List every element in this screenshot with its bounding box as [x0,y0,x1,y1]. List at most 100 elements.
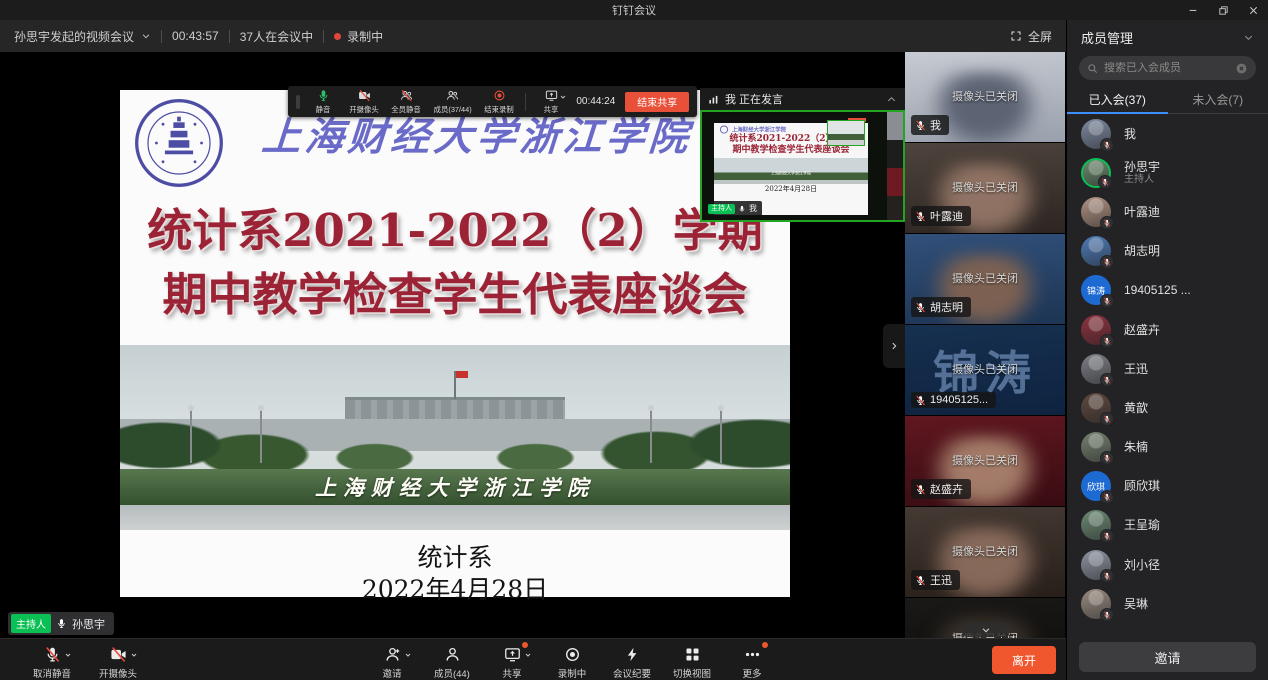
recording-button[interactable]: 录制中 [544,643,600,680]
open-camera-button[interactable]: 开摄像头 [90,643,146,680]
clear-search-icon[interactable] [1235,62,1248,75]
people-muted-icon [400,89,413,102]
meeting-timer: 00:43:57 [172,29,219,43]
mic-muted-icon [915,484,926,495]
tile-name: 叶露迪 [930,208,963,224]
members-button[interactable]: 成员(44) [424,643,480,680]
members-panel-title: 成员管理 [1081,28,1133,47]
member-row[interactable]: 孙思宇主持人 [1067,153,1268,192]
restore-button[interactable] [1208,0,1238,20]
self-preview-window[interactable]: 我 正在发言 上海财经大学浙江学院 统计系2021-2022（2）学期 期中教学… [700,88,905,222]
invite-button[interactable]: 邀请 [364,643,420,680]
invite-button[interactable]: 邀请 [1079,642,1256,672]
minimize-button[interactable] [1178,0,1208,20]
button-label: 更多 [743,665,762,679]
tile-name: 19405125... [930,394,988,406]
slide-department: 统计系 [120,538,790,574]
button-label: 切换视图 [673,665,711,679]
stop-share-button[interactable]: 结束共享 [625,92,689,112]
video-tile[interactable]: 摄像头已关闭赵盛卉 [905,416,1065,507]
campus-photo: 上海财经大学浙江学院 [120,345,790,530]
member-row[interactable]: 赵盛卉 [1067,310,1268,349]
video-tile[interactable]: 摄像头已关闭我 [905,52,1065,143]
tile-name-label: 19405125... [911,392,996,408]
member-row[interactable]: 刘小径 [1067,545,1268,584]
member-row[interactable]: 欣琪顾欣琪 [1067,467,1268,506]
avatar [1081,510,1111,540]
mic-muted-icon [915,120,926,131]
member-row[interactable]: 胡志明 [1067,232,1268,271]
video-tile[interactable]: 摄像头已关闭王迅 [905,507,1065,598]
preview-tile-fragments [887,112,903,220]
muted-mic-icon [1100,334,1114,348]
video-tile[interactable]: 锦涛摄像头已关闭19405125... [905,325,1065,416]
mic-muted-icon [44,646,61,663]
member-info: 我 [1124,127,1136,141]
leave-button[interactable]: 离开 [992,646,1056,674]
mini-host-pill: 主持人 我 [706,201,762,216]
member-info: 19405125 ... [1124,283,1191,297]
button-label: 录制中 [558,665,587,679]
mini-title-line2: 期中教学检查学生代表座谈会 [714,145,868,156]
recording-indicator: 录制中 [334,28,383,45]
tile-name: 王迅 [930,572,952,588]
member-name: 我 [1124,127,1136,141]
mini-photo: 上海财经大学浙江学院 [714,158,868,184]
cancel-mute-button[interactable]: 取消静音 [24,643,80,680]
member-row[interactable]: 王呈瑜 [1067,506,1268,545]
mute-all-button[interactable]: 全员静音 [390,89,422,115]
avatar [1081,236,1111,266]
minutes-button[interactable]: 会议纪要 [604,643,660,680]
member-row[interactable]: 叶露迪 [1067,192,1268,231]
drag-handle[interactable] [296,95,300,109]
tab-not-joined[interactable]: 未入会(7) [1168,86,1268,113]
member-row[interactable]: 王迅 [1067,349,1268,388]
button-label: 静音 [316,104,331,114]
presentation-slide: 上海财经大学浙江学院 统计系2021-2022（2）学期 期中教学检查学生代表座… [120,90,790,597]
divider [161,30,162,43]
caret-down-icon [524,651,532,659]
member-info: 吴琳 [1124,597,1148,611]
more-button[interactable]: 更多 [724,643,780,680]
mic-on-icon [317,89,330,102]
scroll-down-button[interactable] [963,622,1009,637]
member-row[interactable]: 吴琳 [1067,584,1268,623]
open-camera-button[interactable]: 开摄像头 [348,89,380,115]
close-button[interactable] [1238,0,1268,20]
tile-name: 胡志明 [930,299,963,315]
stop-record-button[interactable]: 结束录制 [483,89,515,115]
share-button[interactable]: 共享 [536,89,566,115]
meeting-title-dropdown[interactable]: 孙思宇发起的视频会议 [14,28,151,45]
chevron-up-icon[interactable] [886,94,897,105]
preview-header: 我 正在发言 [700,88,905,110]
collapse-video-strip-button[interactable] [883,324,905,368]
fullscreen-button[interactable]: 全屏 [1010,28,1052,45]
member-name: 19405125 ... [1124,283,1191,297]
video-tile[interactable]: 摄像头已关闭叶露迪 [905,143,1065,234]
member-row[interactable]: 黄歆 [1067,388,1268,427]
video-tile[interactable]: 摄像头已关闭胡志明 [905,234,1065,325]
campus-road [120,505,790,530]
button-label: 共享 [503,665,522,679]
screen-share-icon [504,646,521,663]
chevron-down-icon[interactable] [1243,32,1254,43]
chevron-down-icon [980,625,992,635]
share-button[interactable]: 共享 [484,643,540,680]
member-search-input[interactable] [1104,62,1229,74]
member-row[interactable]: 朱楠 [1067,428,1268,467]
camera-muted-icon [358,89,371,102]
avatar [1081,393,1111,423]
member-row[interactable]: 锦涛19405125 ... [1067,271,1268,310]
member-name: 刘小径 [1124,558,1160,572]
divider [525,93,526,111]
window-controls [1178,0,1268,20]
mute-button[interactable]: 静音 [308,89,338,115]
tab-joined[interactable]: 已入会(37) [1067,86,1168,113]
switch-view-button[interactable]: 切换视图 [664,643,720,680]
tile-name-label: 赵盛卉 [911,479,971,499]
record-red-icon [493,89,506,102]
people-icon [446,89,459,102]
members-button[interactable]: 成员(37/44) [432,89,473,115]
caret-down-icon [64,651,72,659]
member-row[interactable]: 我 [1067,114,1268,153]
